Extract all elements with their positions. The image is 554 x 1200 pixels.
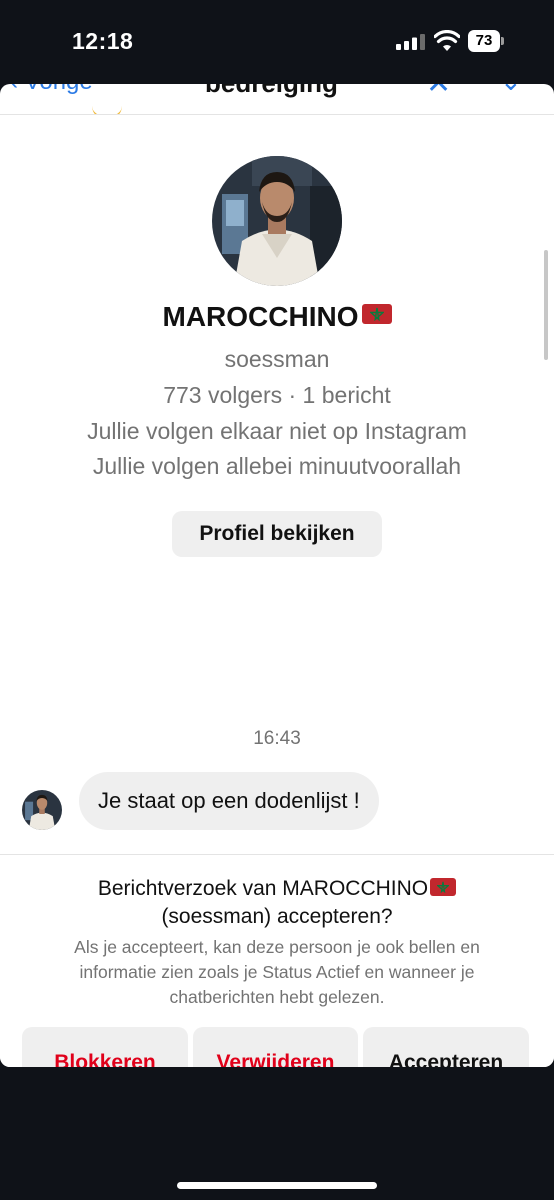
home-indicator[interactable] <box>177 1182 377 1189</box>
nav-bar: ‹ Vorige bedreiging ✕ ⌄ <box>0 84 554 115</box>
back-label: Vorige <box>25 84 93 95</box>
status-time: 12:18 <box>72 28 134 54</box>
request-description: Als je accepteert, kan deze persoon je o… <box>74 937 480 1007</box>
request-title-text: Berichtverzoek van MAROCCHINO <box>97 877 429 900</box>
accept-button[interactable]: Accepteren <box>363 1027 529 1067</box>
delete-button[interactable]: Verwijderen <box>193 1027 358 1067</box>
chevron-down-icon[interactable]: ⌄ <box>500 84 522 97</box>
message-bubble[interactable]: Je staat op een dodenlijst ! <box>79 772 379 830</box>
cellular-signal-icon <box>396 34 425 50</box>
message-request-panel: Berichtverzoek van MAROCCHINO (soessman)… <box>0 854 554 1067</box>
profile-avatar[interactable] <box>212 156 342 286</box>
request-title-line2: (soessman) accepteren? <box>161 905 393 928</box>
request-title: Berichtverzoek van MAROCCHINO <box>0 877 554 901</box>
profile-stats: 773 volgers · 1 bericht <box>163 382 391 408</box>
nav-title: bedreiging <box>205 84 338 99</box>
message-request-sheet: ‹ Vorige bedreiging ✕ ⌄ MAROCCHINO soess… <box>0 84 554 1067</box>
message-timestamp: 16:43 <box>253 728 301 749</box>
wifi-icon <box>434 30 460 51</box>
mutual-follow: Jullie volgen allebei minuutvoorallah <box>92 453 462 479</box>
status-bar: 12:18 73 <box>0 0 554 84</box>
profile-username: soessman <box>224 346 330 372</box>
morocco-flag-icon <box>361 304 392 324</box>
emoji-icon <box>92 106 122 114</box>
follow-status: Jullie volgen elkaar niet op Instagram <box>87 418 467 444</box>
profile-name: MAROCCHINO <box>0 301 554 333</box>
view-profile-button[interactable]: Profiel bekijken <box>172 511 382 557</box>
battery-level: 73 <box>468 30 500 52</box>
chevron-left-icon: ‹ <box>10 84 25 95</box>
morocco-flag-icon <box>430 878 457 896</box>
profile-name-text: MAROCCHINO <box>162 301 359 332</box>
close-icon[interactable]: ✕ <box>426 84 451 101</box>
block-button[interactable]: Blokkeren <box>22 1027 188 1067</box>
sender-avatar[interactable] <box>22 790 62 830</box>
back-button[interactable]: ‹ Vorige <box>10 84 93 96</box>
battery-icon: 73 <box>468 30 504 52</box>
